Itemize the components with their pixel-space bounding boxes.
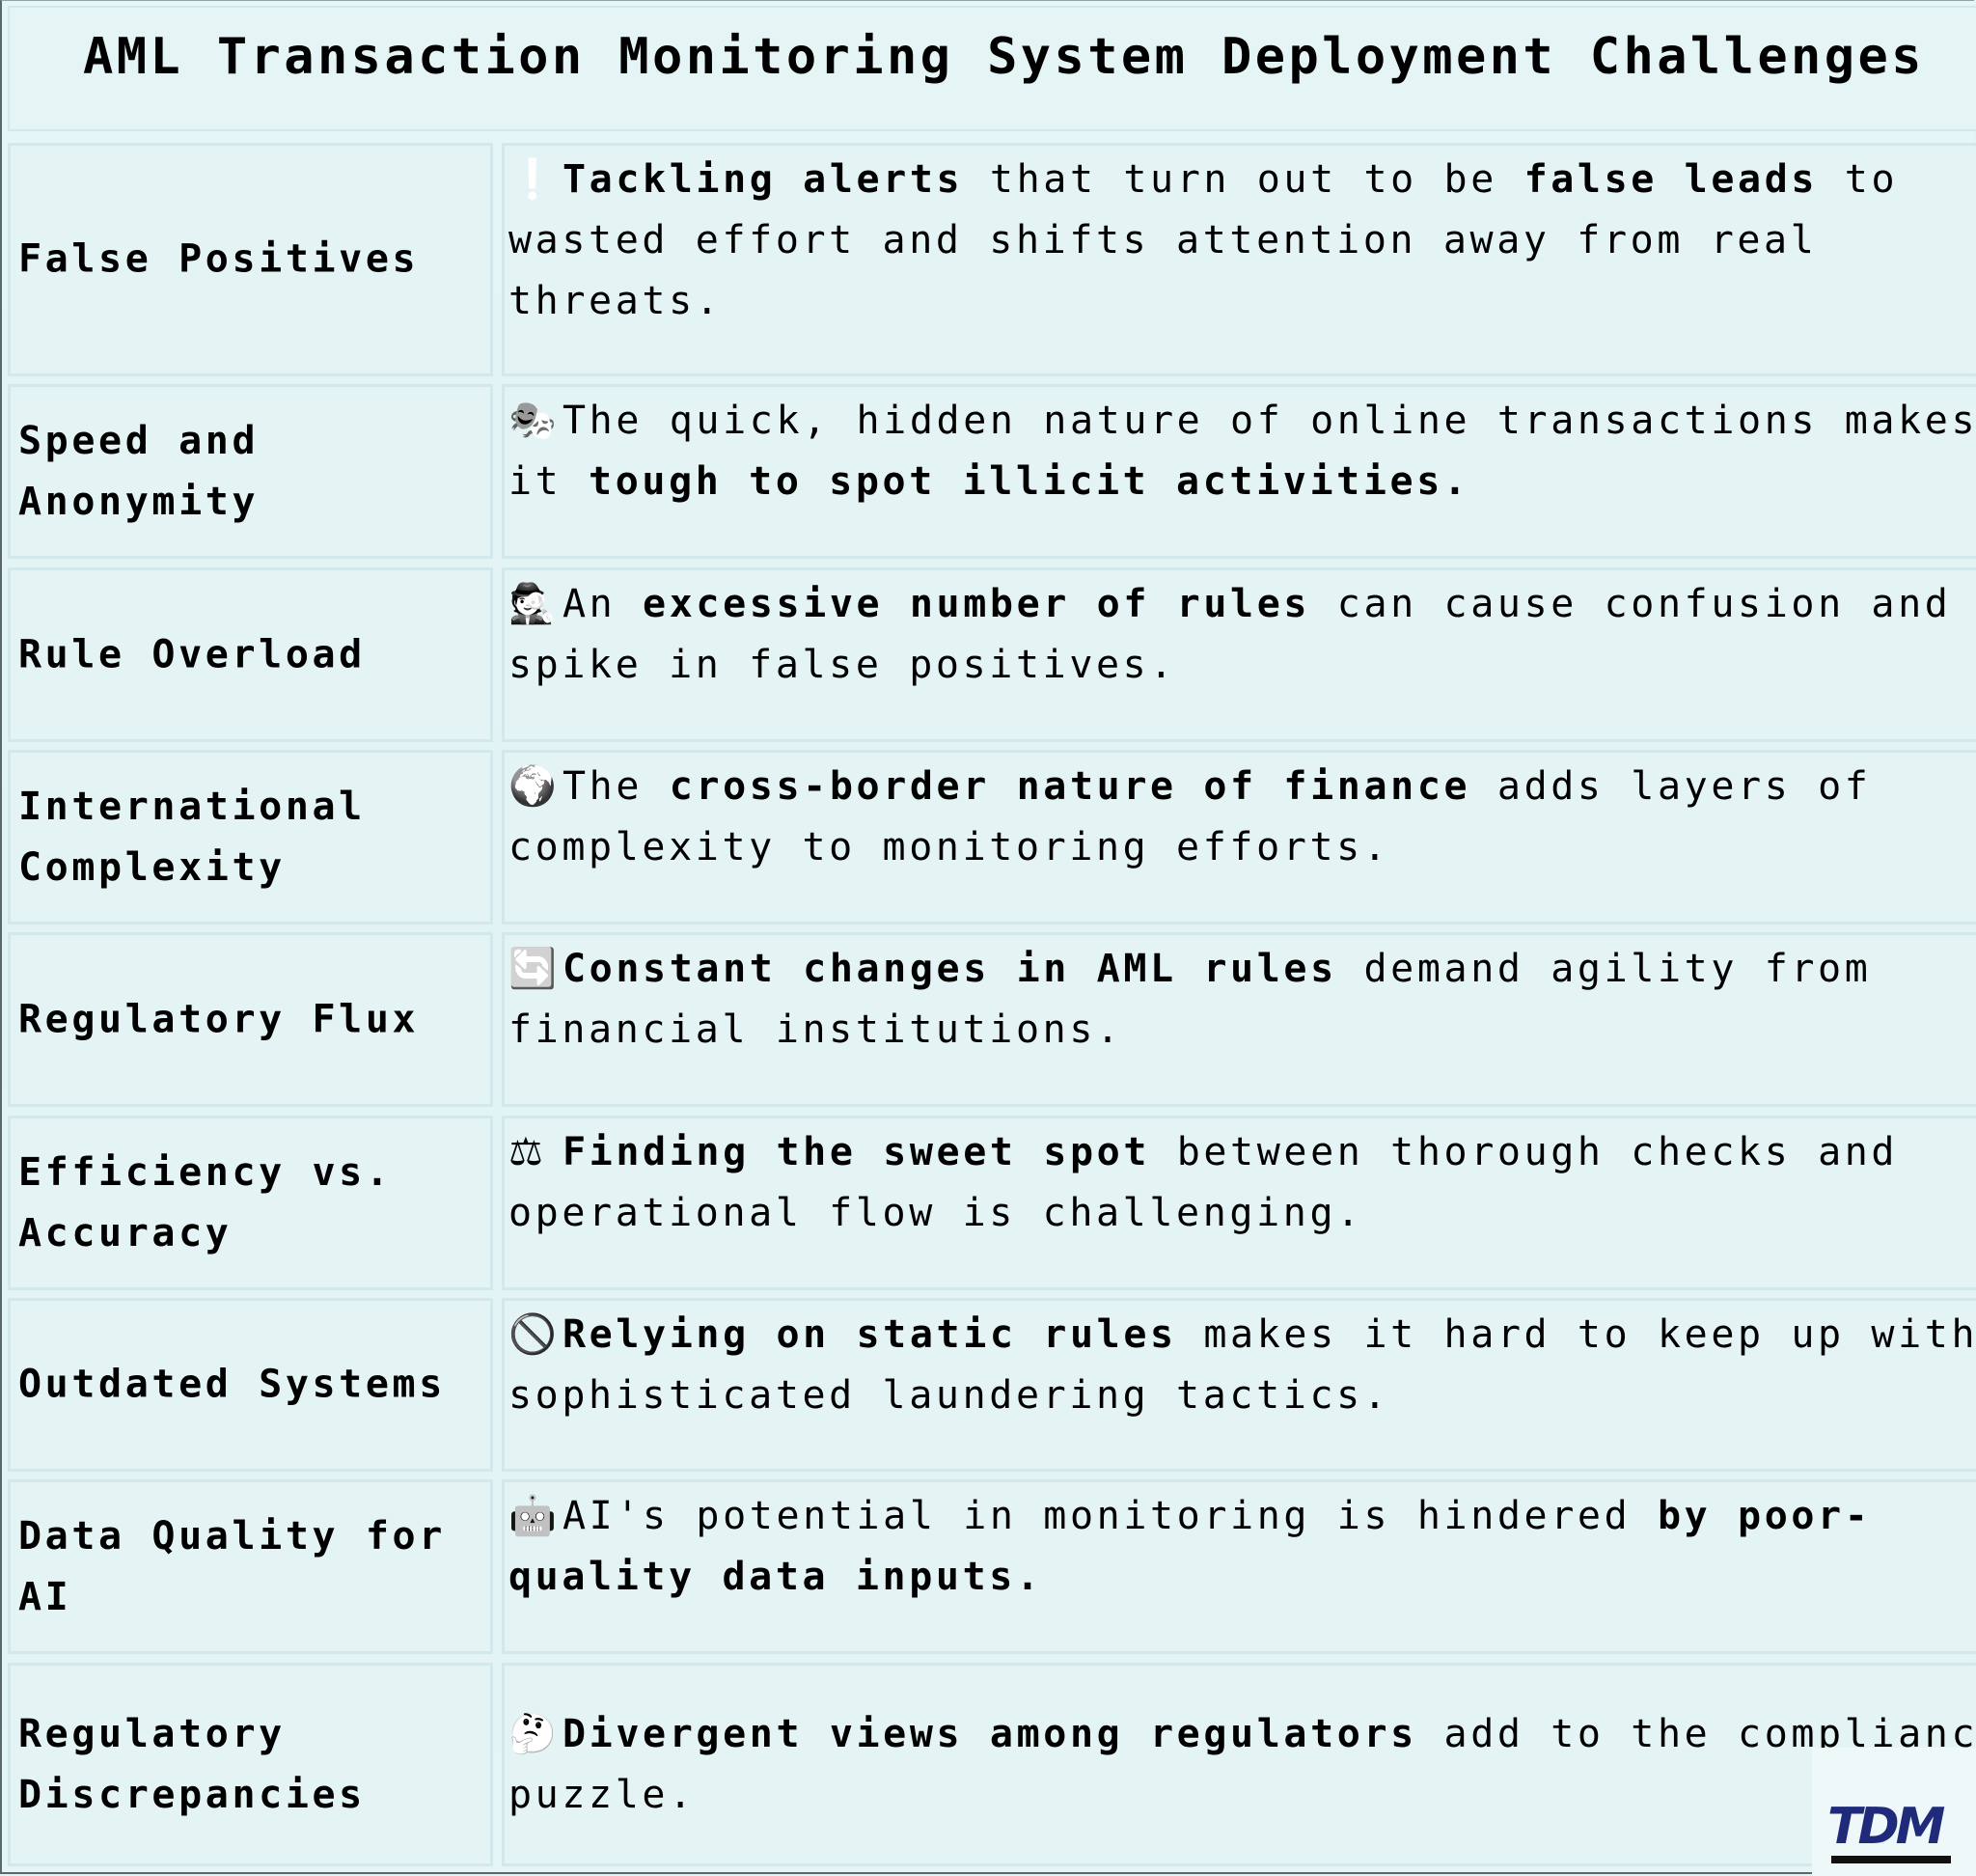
description-cell: 🤔 Divergent views among regulators add to… (502, 1663, 1976, 1866)
challenge-description: ❕ Tackling alerts that turn out to be fal… (508, 150, 1976, 332)
description-cell: 🎭 The quick, hidden nature of online tran… (502, 384, 1976, 559)
description-cell: ❕ Tackling alerts that turn out to be fal… (502, 143, 1976, 376)
challenge-description: 🤔 Divergent views among regulators add to… (508, 1704, 1976, 1826)
description-cell: ⚖ Finding the sweet spot between thorough… (502, 1116, 1976, 1290)
emphasis-text: Tackling alerts (563, 157, 964, 202)
emphasis-text: Divergent views among regulators (563, 1712, 1417, 1756)
tdm-logo: TDM (1812, 1748, 1976, 1876)
emphasis-text: Relying on static rules (563, 1312, 1177, 1357)
challenge-description: 🔄 Constant changes in AML rules demand ag… (508, 939, 1976, 1061)
challenge-cell: Rule Overload (8, 567, 493, 742)
challenge-description: 🤖 AI's potential in monitoring is hindere… (508, 1486, 1976, 1608)
challenge-label: Regulatory Discrepancies (18, 1711, 366, 1817)
description-cell: 🌍 The cross-border nature of finance adds… (502, 750, 1976, 924)
challenge-label: Regulatory Flux (18, 997, 420, 1041)
challenge-cell: Efficiency vs. Accuracy (8, 1116, 493, 1290)
challenge-description: ⚖ Finding the sweet spot between thorough… (508, 1122, 1976, 1244)
description-cell: 🤖 AI's potential in monitoring is hindere… (502, 1479, 1976, 1654)
description-text: The (563, 764, 670, 809)
exclamation-icon: ❕ (508, 157, 557, 202)
table-row: Rule Overload 🕵 An excessive number of rul… (8, 567, 1976, 742)
balance-scale-icon: ⚖ (508, 1130, 543, 1174)
table-row: Efficiency vs. Accuracy ⚖ Finding the swee… (8, 1116, 1976, 1290)
refresh-arrows-icon: 🔄 (508, 947, 557, 991)
logo-mark: TDM (1827, 1798, 1945, 1856)
table-row: Data Quality for AI 🤖 AI's potential in mo… (8, 1479, 1976, 1654)
challenge-label: Speed and Anonymity (18, 418, 260, 524)
table-row: Speed and Anonymity 🎭 The quick, hidden na… (8, 384, 1976, 559)
description-text: AI's potential in monitoring is hindered (563, 1494, 1658, 1538)
challenge-description: 🚫 Relying on static rules makes it hard t… (508, 1305, 1976, 1426)
description-cell: 🕵 An excessive number of rules can cause … (502, 567, 1976, 742)
emphasis-text: Finding the sweet spot (563, 1130, 1151, 1174)
challenge-description: 🌍 The cross-border nature of finance adds… (508, 757, 1976, 878)
challenge-cell: Data Quality for AI (8, 1479, 493, 1654)
description-cell: 🚫 Relying on static rules makes it hard t… (502, 1298, 1976, 1472)
page-title: AML Transaction Monitoring System Deploy… (83, 28, 1925, 86)
table-row: Regulatory Discrepancies 🤔 Divergent views… (8, 1663, 1976, 1866)
table-row: Regulatory Flux 🔄 Constant changes in AML … (8, 932, 1976, 1107)
emphasis-text: cross-border nature of finance (669, 764, 1471, 809)
detective-icon: 🕵 (508, 582, 557, 626)
challenge-label: Outdated Systems (18, 1362, 446, 1407)
table-row: International Complexity 🌍 The cross-borde… (8, 750, 1976, 924)
title-band: AML Transaction Monitoring System Deploy… (8, 6, 1976, 131)
challenge-label: Rule Overload (18, 632, 366, 676)
table-row: False Positives ❕ Tackling alerts that tur… (8, 143, 1976, 376)
logo-tagline-bar (1831, 1856, 1951, 1863)
description-text: that turn out to be (963, 157, 1524, 202)
emphasis-text: excessive number of rules (643, 582, 1311, 626)
thinking-face-icon: 🤔 (508, 1712, 557, 1756)
challenge-cell: Regulatory Flux (8, 932, 493, 1107)
challenge-description: 🎭 The quick, hidden nature of online tran… (508, 391, 1976, 512)
challenge-cell: Outdated Systems (8, 1298, 493, 1472)
prohibited-icon: 🚫 (508, 1312, 557, 1357)
challenge-label: False Positives (18, 236, 420, 282)
table-row: Outdated Systems 🚫 Relying on static rules… (8, 1298, 1976, 1472)
challenge-description: 🕵 An excessive number of rules can cause … (508, 574, 1976, 696)
performing-arts-masks-icon: 🎭 (508, 399, 557, 443)
challenge-label: International Complexity (18, 784, 366, 890)
robot-icon: 🤖 (508, 1494, 557, 1538)
globe-icon: 🌍 (508, 764, 557, 809)
challenge-cell: Speed and Anonymity (8, 384, 493, 559)
emphasis-text: false leads (1523, 157, 1819, 202)
challenge-cell: False Positives (8, 143, 493, 376)
challenge-label: Efficiency vs. Accuracy (18, 1149, 393, 1255)
challenge-cell: Regulatory Discrepancies (8, 1663, 493, 1866)
emphasis-text: tough to spot illicit activities. (589, 459, 1470, 504)
challenge-label: Data Quality for AI (18, 1513, 446, 1619)
challenge-cell: International Complexity (8, 750, 493, 924)
description-text: An (563, 582, 644, 626)
emphasis-text: Constant changes in AML rules (563, 947, 1337, 991)
description-cell: 🔄 Constant changes in AML rules demand ag… (502, 932, 1976, 1107)
